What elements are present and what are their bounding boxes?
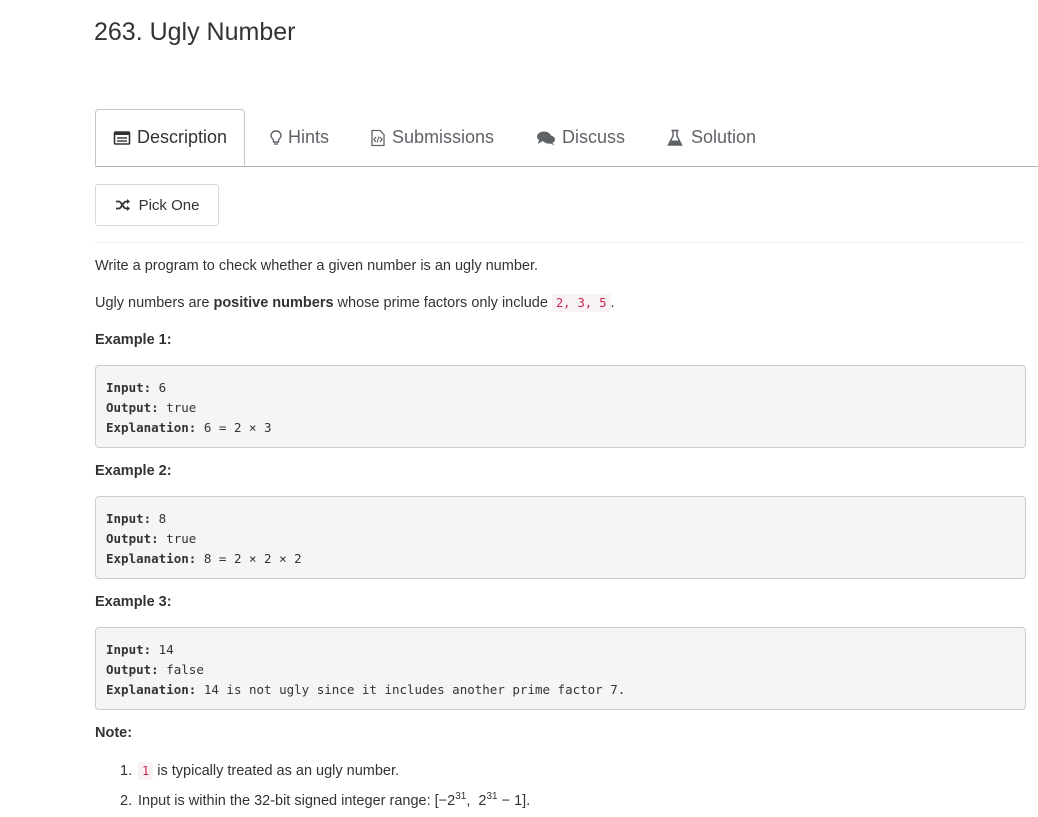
tab-bar: Description Hints Submissions Discuss So… [95,109,1038,167]
code-file-icon [370,129,386,147]
example-1-explanation: Explanation: 6 = 2 × 3 [106,420,272,435]
lightbulb-icon [269,129,283,147]
example-3-title: Example 3: [95,594,172,610]
description-ugly-definition: Ugly numbers are positive numbers whose … [95,294,615,312]
ugly-middle: whose prime factors only include [333,295,552,311]
example-2-block: Input: 8 Output: true Explanation: 8 = 2… [95,496,1026,579]
ugly-bold: positive numbers [213,295,334,311]
example-1-block: Input: 6 Output: true Explanation: 6 = 2… [95,365,1026,448]
note-item-1-code: 1 [138,762,154,780]
section-divider [95,242,1026,243]
note-item-1-text: is typically treated as an ugly number. [153,763,400,779]
description-intro: Write a program to check whether a given… [95,258,539,274]
tab-hints[interactable]: Hints [269,109,329,166]
example-3-block: Input: 14 Output: false Explanation: 14 … [95,627,1026,710]
tab-submissions-label: Submissions [392,127,495,147]
note-list: 1. 1 is typically treated as an ugly numb… [120,758,530,810]
example-2-input: Input: 8 [106,511,167,526]
example-2-output: Output: true [106,531,197,546]
page-title: 263. Ugly Number [94,18,296,46]
pick-one-label: Pick One [138,196,200,214]
tab-solution[interactable]: Solution [667,109,756,166]
example-2-title: Example 2: [95,463,172,479]
tab-submissions[interactable]: Submissions [370,109,494,166]
pick-one-button[interactable]: Pick One [95,184,219,226]
note-item-2: 2. Input is within the 32-bit signed inte… [120,791,531,809]
example-1-input: Input: 6 [106,380,167,395]
example-1-title: Example 1: [95,332,172,348]
example-3-input: Input: 14 [106,642,174,657]
example-2-explanation: Explanation: 8 = 2 × 2 × 2 [106,551,302,566]
tab-discuss-label: Discuss [562,127,626,147]
shuffle-icon [115,198,131,212]
note-title: Note: [95,725,133,741]
ugly-suffix: . [610,295,615,311]
ugly-factors-code: 2, 3, 5 [551,294,611,312]
comments-icon [536,129,556,147]
example-3-explanation: Explanation: 14 is not ugly since it inc… [106,682,626,697]
tab-description-label: Description [136,127,228,147]
example-1-output: Output: true [106,400,197,415]
description-icon [113,129,131,147]
tab-description[interactable]: Description [95,109,245,166]
problem-page: 263. Ugly Number Description Hints Submi… [0,0,1038,817]
tab-solution-label: Solution [691,127,757,147]
tab-discuss[interactable]: Discuss [536,109,625,166]
tab-hints-label: Hints [288,127,330,147]
note-item-1: 1. 1 is typically treated as an ugly numb… [120,762,400,780]
ugly-prefix: Ugly numbers are [95,295,214,311]
example-3-output: Output: false [106,662,204,677]
flask-icon [667,129,683,147]
